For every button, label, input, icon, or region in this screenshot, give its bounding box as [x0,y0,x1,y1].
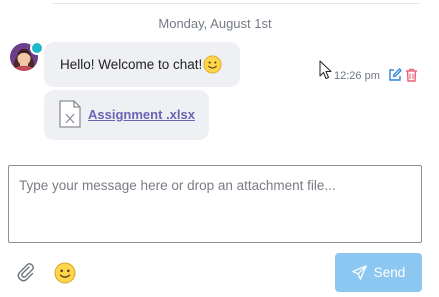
send-button-label: Send [373,265,406,280]
date-separator: Monday, August 1st [158,16,272,31]
top-divider [52,3,420,4]
paper-plane-icon [352,265,367,280]
slightly-smiling-face-icon [203,55,222,74]
message-input[interactable] [8,165,422,243]
mouse-cursor-icon [319,60,332,79]
edit-icon[interactable] [388,68,402,82]
excel-file-icon [59,100,81,128]
message-timestamp: 12:26 pm [334,70,380,82]
paperclip-icon[interactable] [16,262,36,282]
attachment-link[interactable]: Assignment .xlsx [88,107,195,122]
online-status-indicator [30,41,44,55]
message-bubble-text: Hello! Welcome to chat! [44,42,240,87]
send-button[interactable]: Send [335,253,422,292]
delete-icon[interactable] [405,68,418,82]
message-text: Hello! Welcome to chat! [60,57,203,72]
smiley-icon[interactable] [54,262,76,284]
message-bubble-attachment: Assignment .xlsx [44,90,209,140]
